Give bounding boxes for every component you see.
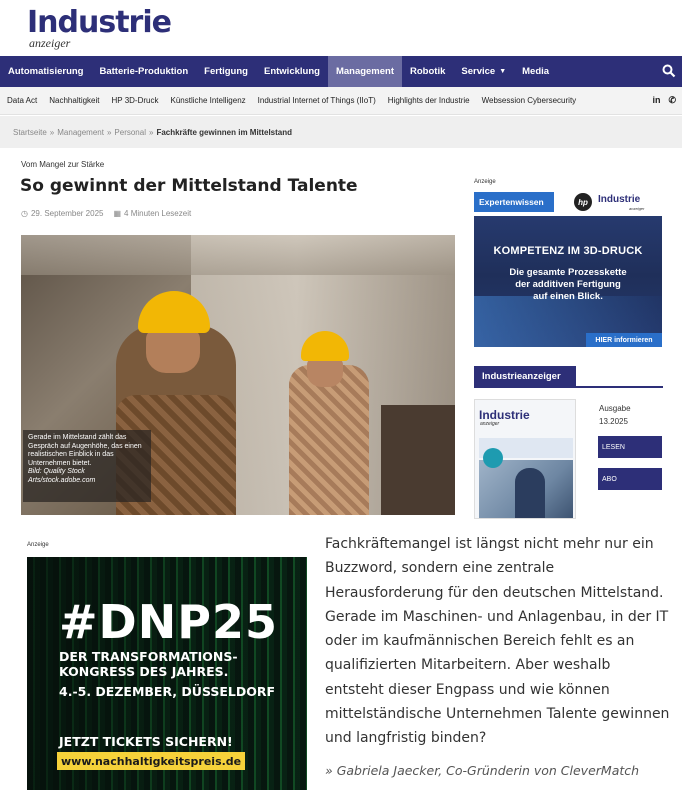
ad-hashtag: #DNP25 — [59, 595, 278, 649]
logo-subtext: anzeiger — [29, 36, 71, 50]
topic-item-highlights[interactable]: Highlights der Industrie — [382, 96, 476, 105]
nav-item-entwicklung[interactable]: Entwicklung — [256, 56, 328, 87]
nav-item-fertigung[interactable]: Fertigung — [196, 56, 256, 87]
topic-item-websession[interactable]: Websession Cybersecurity — [476, 96, 583, 105]
dnp25-ad[interactable]: #DNP25 DER TRANSFORMATIONS- KONGRESS DES… — [27, 557, 307, 790]
ad-subline-1: Die gesamte Prozesskette — [509, 267, 627, 278]
ad-line-1: DER TRANSFORMATIONS- — [59, 649, 238, 664]
ad-subline: Die gesamte Prozesskette der additiven F… — [474, 267, 662, 303]
ad-cta-button[interactable]: HIER informieren — [586, 333, 662, 347]
topic-navigation: Data Act Nachhaltigkeit HP 3D-Druck Küns… — [0, 87, 682, 115]
ad-badge: Expertenwissen — [474, 192, 554, 212]
topic-item-data-act[interactable]: Data Act — [0, 96, 43, 105]
cover-person — [515, 468, 545, 518]
issue-number: 13.2025 — [599, 417, 628, 426]
breadcrumb-separator: » — [49, 127, 55, 137]
nav-item-automatisierung[interactable]: Automatisierung — [0, 56, 91, 87]
topic-item-ki[interactable]: Künstliche Intelligenz — [164, 96, 251, 105]
hero-ceiling — [21, 235, 455, 275]
ad-url[interactable]: www.nachhaltigkeitspreis.de — [57, 752, 246, 770]
topic-item-hp-3d-druck[interactable]: HP 3D-Druck — [106, 96, 165, 105]
subscribe-button[interactable]: ABO — [598, 468, 662, 490]
breadcrumb-personal[interactable]: Personal — [114, 128, 146, 137]
nav-item-management[interactable]: Management — [327, 56, 403, 87]
article-reading-time-wrap: ▦ 4 Minuten Lesezeit — [113, 209, 191, 218]
magazine-box-divider — [474, 386, 663, 388]
search-icon[interactable] — [662, 64, 676, 78]
magazine-cover[interactable]: Industrie anzeiger — [474, 399, 576, 519]
ad-line-3: 4.-5. DEZEMBER, DÜSSELDORF — [59, 684, 276, 699]
linkedin-icon[interactable]: in — [652, 95, 660, 106]
breadcrumb: Startseite » Management » Personal » Fac… — [0, 116, 682, 148]
breadcrumb-separator: » — [106, 127, 112, 137]
hero-worker-front-face — [146, 329, 200, 373]
hero-worker-back-face — [307, 357, 343, 387]
image-caption: Gerade im Mittelstand zählt das Gespräch… — [23, 430, 151, 502]
logo-text: Industrie — [27, 5, 172, 40]
ad-line-4: JETZT TICKETS SICHERN! — [59, 734, 233, 749]
cover-subtitle: anzeiger — [480, 421, 500, 427]
topic-item-iiot[interactable]: Industrial Internet of Things (IIoT) — [252, 96, 382, 105]
caret-down-icon: ▼ — [499, 68, 507, 75]
image-caption-text: Gerade im Mittelstand zählt das Gespräch… — [28, 434, 142, 467]
read-button[interactable]: LESEN — [598, 436, 662, 458]
ad-subline-2: der additiven Fertigung — [515, 279, 621, 290]
breadcrumb-separator: » — [148, 127, 154, 137]
article-body-paragraph: Fachkräftemangel ist längst nicht mehr n… — [325, 536, 670, 747]
nav-item-media[interactable]: Media — [514, 56, 557, 87]
article-kicker: Vom Mangel zur Stärke — [21, 160, 105, 169]
ad-brand: Industrie — [598, 194, 641, 205]
article-date: 29. September 2025 — [30, 209, 104, 218]
ad-headline: KOMPETENZ IM 3D-DRUCK — [493, 245, 643, 257]
hp-logo-icon: hp — [574, 193, 592, 211]
site-logo[interactable]: Industrie anzeiger — [27, 8, 227, 52]
ad-subline-3: auf einen Blick. — [533, 291, 603, 302]
nav-item-robotik[interactable]: Robotik — [402, 56, 453, 87]
social-links: in ✆ — [652, 95, 676, 106]
cover-badge — [483, 448, 503, 468]
article-title: So gewinnt der Mittelstand Talente — [20, 176, 358, 196]
hero-worker-back — [289, 365, 369, 515]
ad-line-1-2: DER TRANSFORMATIONS- — [59, 649, 238, 664]
nav-item-service[interactable]: Service ▼ — [453, 56, 514, 87]
issue-label: Ausgabe — [599, 404, 631, 413]
cover-title: Industrie — [479, 408, 530, 422]
nav-item-service-label: Service — [461, 66, 496, 77]
issue-info: Ausgabe 13.2025 — [599, 402, 631, 428]
breadcrumb-current: Fachkräfte gewinnen im Mittelstand — [156, 127, 293, 137]
breadcrumb-management[interactable]: Management — [57, 128, 104, 137]
sidebar-ad-3d-druck[interactable]: Expertenwissen hp Industrie anzeiger KOM… — [474, 188, 662, 347]
article-hero-image[interactable]: Gerade im Mittelstand zählt das Gespräch… — [21, 235, 455, 515]
phone-icon[interactable]: ✆ — [668, 95, 676, 106]
ad-line-2: KONGRESS DES JAHRES. — [59, 664, 229, 679]
main-navigation: Automatisierung Batterie-Produktion Fert… — [0, 56, 682, 87]
article-date-wrap: ◷ 29. September 2025 — [21, 209, 103, 218]
magazine-box-title: Industrieanzeiger — [474, 366, 576, 386]
breadcrumb-home[interactable]: Startseite — [13, 128, 47, 137]
clock-icon: ◷ — [21, 209, 28, 218]
nav-item-batterie-produktion[interactable]: Batterie-Produktion — [91, 56, 196, 87]
article-quote-author: » Gabriela Jaecker, Co-Gründerin von Cle… — [325, 763, 640, 778]
book-icon: ▦ — [113, 209, 122, 218]
ad-label: Anzeige — [27, 542, 49, 548]
hero-machine — [381, 405, 455, 515]
ad-label: Anzeige — [474, 179, 496, 185]
article-meta: ◷ 29. September 2025 ▦ 4 Minuten Lesezeit — [21, 209, 191, 218]
topic-item-nachhaltigkeit[interactable]: Nachhaltigkeit — [43, 96, 105, 105]
image-credit: Bild: Quality Stock Arts/stock.adobe.com — [28, 468, 96, 484]
article-reading-time: 4 Minuten Lesezeit — [124, 209, 192, 218]
ad-brand-sub: anzeiger — [629, 206, 645, 211]
